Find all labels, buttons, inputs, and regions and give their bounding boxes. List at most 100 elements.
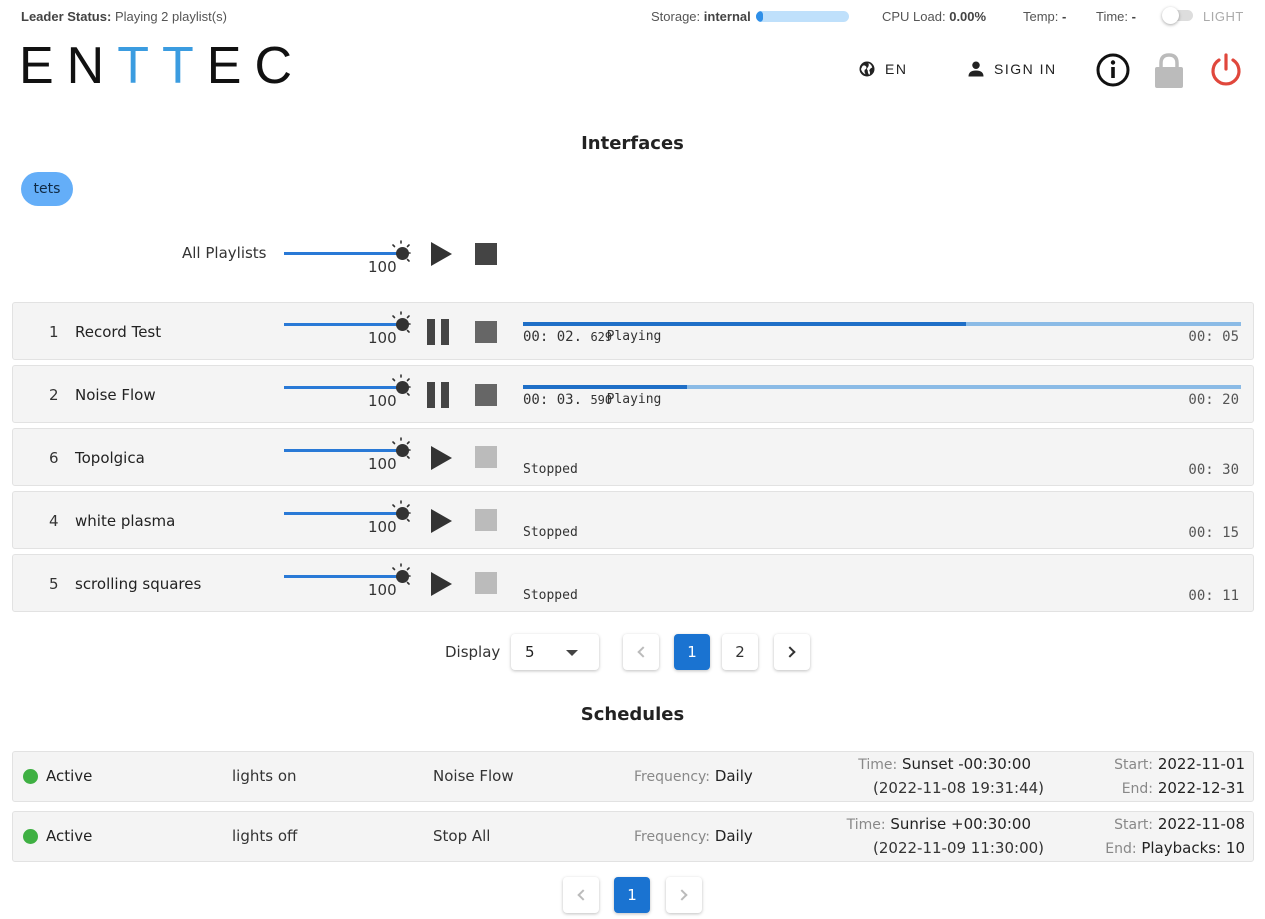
playback-progress bbox=[523, 385, 1241, 389]
playback-progress bbox=[523, 322, 1241, 326]
playback-status: Playing bbox=[606, 392, 662, 407]
total-duration: 00: 20 bbox=[1188, 392, 1239, 408]
interfaces-title: Interfaces bbox=[581, 133, 684, 154]
chevron-left-icon bbox=[577, 889, 589, 901]
playlist-row: 1 Record Test 100 00: 02. 629 Playing 00: 05 bbox=[12, 302, 1254, 360]
temp-label: Temp: bbox=[1023, 9, 1059, 24]
schedule-frequency: Frequency: Daily bbox=[634, 827, 753, 845]
schedule-row[interactable]: Active lights on Noise Flow Frequency: Dail… bbox=[12, 751, 1254, 802]
playlist-row: 4 white plasma 100 Stopped 00: 15 bbox=[12, 491, 1254, 549]
playlist-row: 2 Noise Flow 100 00: 03. 590 Playing 00: 20 bbox=[12, 365, 1254, 423]
sign-in-button[interactable]: SIGN IN bbox=[967, 60, 1057, 78]
globe-icon bbox=[859, 61, 875, 77]
next-page-button[interactable] bbox=[774, 634, 810, 670]
play-button[interactable] bbox=[431, 509, 452, 533]
playlist-name: white plasma bbox=[75, 512, 176, 530]
playback-status: Stopped bbox=[523, 525, 578, 540]
storage-status: Storage: internal bbox=[651, 9, 849, 24]
language-label: EN bbox=[885, 61, 908, 77]
play-button[interactable] bbox=[431, 572, 452, 596]
playback-status: Stopped bbox=[523, 588, 578, 603]
cpu-load: CPU Load: 0.00% bbox=[882, 9, 986, 24]
slider-track bbox=[284, 323, 402, 326]
playback-progress-fill bbox=[523, 322, 966, 326]
theme-toggle[interactable] bbox=[1162, 7, 1193, 24]
total-duration: 00: 15 bbox=[1188, 525, 1239, 541]
schedules-next-page-button[interactable] bbox=[666, 877, 702, 913]
language-button[interactable]: EN bbox=[858, 60, 907, 78]
cpu-label: CPU Load: bbox=[882, 9, 946, 24]
slider-thumb[interactable] bbox=[396, 570, 409, 583]
page-button[interactable]: 1 bbox=[674, 634, 710, 670]
schedules-page-button[interactable]: 1 bbox=[614, 877, 650, 913]
slider-thumb[interactable] bbox=[396, 444, 409, 457]
playlist-row: 5 scrolling squares 100 Stopped 00: 11 bbox=[12, 554, 1254, 612]
playlist-intensity-slider[interactable]: 100 bbox=[284, 500, 414, 536]
schedule-time: Time: Sunrise +00:30:00 bbox=[846, 815, 1031, 833]
playback-status: Stopped bbox=[523, 462, 578, 477]
prev-page-button[interactable] bbox=[623, 634, 659, 670]
stop-all-button[interactable] bbox=[475, 243, 497, 265]
all-playlists-intensity-slider[interactable]: 100 bbox=[284, 240, 414, 276]
slider-thumb[interactable] bbox=[396, 507, 409, 520]
total-duration: 00: 30 bbox=[1188, 462, 1239, 478]
schedule-start: Start: 2022-11-08 bbox=[1114, 815, 1245, 833]
temp-value: - bbox=[1062, 9, 1067, 24]
interface-chip[interactable]: tets bbox=[21, 172, 73, 206]
slider-track bbox=[284, 252, 402, 255]
playlist-intensity-slider[interactable]: 100 bbox=[284, 437, 414, 473]
play-all-button[interactable] bbox=[431, 242, 452, 266]
stop-button[interactable] bbox=[475, 446, 497, 468]
schedule-time-resolved: (2022-11-09 11:30:00) bbox=[873, 839, 1045, 857]
schedule-name: lights off bbox=[232, 827, 298, 845]
display-count-select[interactable]: 5 bbox=[511, 634, 599, 670]
schedule-status: Active bbox=[46, 827, 93, 845]
schedule-row[interactable]: Active lights off Stop All Frequency: Daily… bbox=[12, 811, 1254, 862]
time-label: Time: bbox=[1096, 9, 1129, 24]
playlist-intensity-slider[interactable]: 100 bbox=[284, 563, 414, 599]
time-value: - bbox=[1131, 9, 1136, 24]
theme-label: LIGHT bbox=[1203, 9, 1244, 24]
info-icon[interactable] bbox=[1096, 53, 1130, 87]
playback-progress-fill bbox=[523, 385, 687, 389]
schedule-status: Active bbox=[46, 767, 93, 785]
display-label: Display bbox=[445, 643, 501, 661]
total-duration: 00: 11 bbox=[1188, 588, 1239, 604]
slider-track bbox=[284, 575, 402, 578]
chevron-right-icon bbox=[784, 646, 796, 658]
temperature: Temp: - bbox=[1023, 9, 1066, 24]
schedules-prev-page-button[interactable] bbox=[563, 877, 599, 913]
schedule-playlist: Stop All bbox=[433, 827, 491, 845]
slider-track bbox=[284, 512, 402, 515]
power-icon[interactable] bbox=[1209, 53, 1243, 87]
stop-button[interactable] bbox=[475, 572, 497, 594]
storage-value: internal bbox=[703, 9, 751, 24]
schedule-frequency: Frequency: Daily bbox=[634, 767, 753, 785]
caret-down-icon bbox=[566, 650, 578, 656]
total-duration: 00: 05 bbox=[1188, 329, 1239, 345]
playlist-number: 6 bbox=[49, 449, 59, 467]
all-playlists-label: All Playlists bbox=[182, 244, 267, 262]
leader-status-value: Playing 2 playlist(s) bbox=[114, 9, 227, 24]
storage-bar bbox=[755, 11, 849, 22]
playlist-number: 5 bbox=[49, 575, 59, 593]
intensity-value: 100 bbox=[368, 581, 397, 599]
slider-thumb[interactable] bbox=[396, 247, 409, 260]
page-button[interactable]: 2 bbox=[722, 634, 758, 670]
schedule-end: End: 2022-12-31 bbox=[1121, 779, 1245, 797]
intensity-value: 100 bbox=[368, 518, 397, 536]
sign-in-label: SIGN IN bbox=[994, 61, 1057, 77]
display-count-value: 5 bbox=[525, 643, 535, 661]
active-status-dot bbox=[23, 829, 38, 844]
slider-track bbox=[284, 386, 402, 389]
status-bar: Leader Status: Playing 2 playlist(s) Sto… bbox=[0, 0, 1265, 32]
lock-icon[interactable] bbox=[1154, 53, 1184, 89]
leader-status-label: Leader Status: bbox=[21, 9, 112, 24]
playlist-row: 6 Topolgica 100 Stopped 00: 30 bbox=[12, 428, 1254, 486]
schedule-end: End: Playbacks: 10 bbox=[1105, 839, 1245, 857]
storage-bar-fill bbox=[755, 11, 764, 22]
play-button[interactable] bbox=[431, 446, 452, 470]
schedules-title: Schedules bbox=[580, 704, 685, 725]
storage-label: Storage: bbox=[651, 9, 701, 24]
stop-button[interactable] bbox=[475, 509, 497, 531]
